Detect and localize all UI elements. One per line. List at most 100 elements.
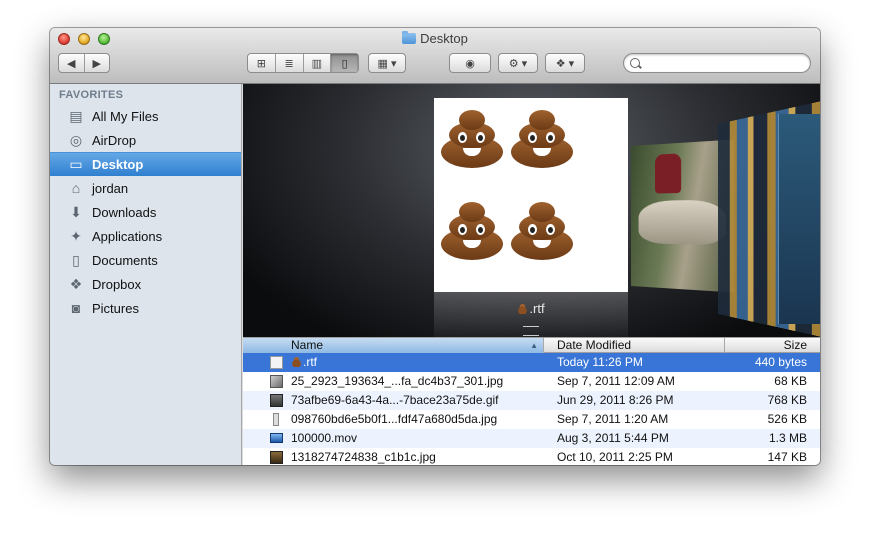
sidebar-item-applications[interactable]: ✦ Applications — [50, 224, 241, 248]
sidebar-item-label: AirDrop — [92, 132, 137, 148]
movie-file-icon — [270, 433, 283, 443]
sidebar-item-airdrop[interactable]: ◎ AirDrop — [50, 128, 241, 152]
sidebar-item-label: Dropbox — [92, 276, 142, 292]
dropbox-icon: ❖ — [69, 275, 83, 292]
table-row[interactable]: 25_2923_193634_...fa_dc4b37_301.jpg Sep 7… — [243, 372, 820, 391]
sidebar-item-label: Pictures — [92, 300, 139, 316]
photo-animal — [638, 199, 726, 246]
sidebar: FAVORITES ▤ All My Files ◎ AirDrop ▭ Des… — [50, 84, 242, 465]
poop-emoji-icon — [509, 198, 575, 262]
dropbox-icon: ❖ ▾ — [555, 57, 575, 70]
search-icon — [630, 58, 640, 68]
file-date-modified: Today 11:26 PM — [557, 355, 643, 369]
icon-view-button[interactable]: ⊞ — [248, 54, 276, 72]
applications-icon: ✦ — [70, 227, 82, 244]
poop-emoji-icon — [291, 356, 302, 367]
file-date-modified: Oct 10, 2011 2:25 PM — [557, 450, 673, 464]
table-row[interactable]: 1318274724838_c1b1c.jpg Oct 10, 2011 2:25… — [243, 448, 820, 465]
table-row[interactable]: 73afbe69-6a43-4a...-7bace23a75de.gif Jun … — [243, 391, 820, 410]
sidebar-item-documents[interactable]: ▯ Documents — [50, 248, 241, 272]
sidebar-item-label: jordan — [92, 180, 129, 196]
jpg-image-icon — [270, 451, 283, 464]
all-files-icon: ▤ — [69, 107, 83, 124]
sidebar-item-downloads[interactable]: ⬇ Downloads — [50, 200, 241, 224]
table-row[interactable]: 098760bd6e5b0f1...fdf47a680d5da.jpg Sep 7… — [243, 410, 820, 429]
back-forward-control: ◀ ▶ — [58, 53, 110, 73]
column-view-icon: ▥ — [311, 57, 323, 70]
file-date-modified: Aug 3, 2011 5:44 PM — [557, 431, 669, 445]
file-list: Name Date Modified Size .rtf Today 11:26 … — [243, 337, 820, 465]
back-button[interactable]: ◀ — [59, 54, 85, 72]
coverflow-thumbnail-edge[interactable] — [778, 114, 820, 324]
window-title-text: Desktop — [420, 31, 468, 46]
finder-window: Desktop ◀ ▶ ⊞ ≣ ▥ ▯ ▦ ▾ ◉ ⚙ ▾ ❖ ▾ FAVORI… — [50, 28, 820, 465]
file-size: 526 KB — [767, 412, 807, 426]
sidebar-item-label: Documents — [92, 252, 158, 268]
rtf-document-icon — [270, 356, 283, 369]
table-row[interactable]: .rtf Today 11:26 PM 440 bytes — [243, 353, 820, 372]
file-date-modified: Jun 29, 2011 8:26 PM — [557, 393, 674, 407]
file-name: .rtf — [291, 355, 317, 369]
eye-icon: ◉ — [465, 57, 475, 70]
coverflow-view-button[interactable]: ▯ — [331, 54, 358, 72]
search-input[interactable] — [644, 55, 808, 72]
sidebar-item-label: All My Files — [92, 108, 159, 124]
file-size: 768 KB — [767, 393, 807, 407]
view-mode-control: ⊞ ≣ ▥ ▯ — [247, 53, 359, 73]
window-title: Desktop — [50, 31, 820, 47]
desktop-icon: ▭ — [69, 156, 83, 172]
pictures-icon: ◙ — [71, 300, 81, 316]
sidebar-item-jordan[interactable]: ⌂ jordan — [50, 176, 241, 200]
file-size: 1.3 MB — [768, 431, 807, 445]
poop-emoji-icon — [509, 106, 575, 170]
action-button[interactable]: ⚙ ▾ — [498, 53, 538, 73]
forward-arrow-icon: ▶ — [92, 57, 101, 70]
forward-button[interactable]: ▶ — [85, 54, 110, 72]
folder-icon — [402, 31, 417, 44]
sidebar-item-pictures[interactable]: ◙ Pictures — [50, 296, 241, 320]
sidebar-item-label: Downloads — [92, 204, 157, 220]
list-view-icon: ≣ — [284, 57, 294, 70]
column-header-date-modified[interactable]: Date Modified — [543, 338, 724, 353]
gif-image-icon — [270, 394, 283, 407]
coverflow-selected-preview[interactable] — [434, 98, 628, 292]
file-date-modified: Sep 7, 2011 12:09 AM — [557, 374, 675, 388]
coverflow-view[interactable]: .rtf — [243, 84, 820, 337]
toolbar: Desktop ◀ ▶ ⊞ ≣ ▥ ▯ ▦ ▾ ◉ ⚙ ▾ ❖ ▾ — [50, 28, 820, 84]
airdrop-icon: ◎ — [69, 131, 83, 148]
file-size: 147 KB — [767, 450, 807, 464]
sidebar-item-all-my-files[interactable]: ▤ All My Files — [50, 104, 241, 128]
arrange-button[interactable]: ▦ ▾ — [368, 53, 406, 73]
column-view-button[interactable]: ▥ — [304, 54, 332, 72]
coverflow-file-label: .rtf — [434, 301, 628, 316]
sidebar-header-favorites: FAVORITES — [59, 89, 124, 101]
quick-look-button[interactable]: ◉ — [449, 53, 491, 73]
home-icon: ⌂ — [71, 180, 81, 196]
sidebar-item-label: Applications — [92, 228, 163, 244]
coverflow-scroll-handle[interactable] — [523, 326, 539, 336]
coverflow-view-icon: ▯ — [341, 57, 348, 70]
poop-emoji-icon — [439, 106, 505, 170]
file-name: 25_2923_193634_...fa_dc4b37_301.jpg — [291, 374, 504, 388]
jpg-image-icon — [270, 375, 283, 388]
table-row[interactable]: 100000.mov Aug 3, 2011 5:44 PM 1.3 MB — [243, 429, 820, 448]
file-size: 68 KB — [774, 374, 807, 388]
list-rows: .rtf Today 11:26 PM 440 bytes 25_2923_19363… — [243, 353, 820, 465]
documents-icon: ▯ — [72, 251, 80, 268]
dropbox-button[interactable]: ❖ ▾ — [545, 53, 585, 73]
sidebar-item-label: Desktop — [92, 157, 144, 172]
photo-rider — [655, 153, 682, 194]
poop-emoji-icon — [517, 303, 529, 314]
back-arrow-icon: ◀ — [67, 57, 76, 70]
icon-view-icon: ⊞ — [256, 57, 266, 70]
file-name: 100000.mov — [291, 431, 358, 445]
column-header-size[interactable]: Size — [724, 338, 820, 353]
list-view-button[interactable]: ≣ — [276, 54, 304, 72]
sidebar-item-desktop[interactable]: ▭ Desktop — [50, 152, 241, 176]
list-header: Name Date Modified Size — [243, 337, 820, 353]
search-field[interactable] — [623, 53, 811, 73]
file-size: 440 bytes — [754, 355, 807, 369]
jpg-image-icon — [273, 413, 279, 426]
column-header-name[interactable]: Name — [243, 338, 543, 353]
sidebar-item-dropbox[interactable]: ❖ Dropbox — [50, 272, 241, 296]
